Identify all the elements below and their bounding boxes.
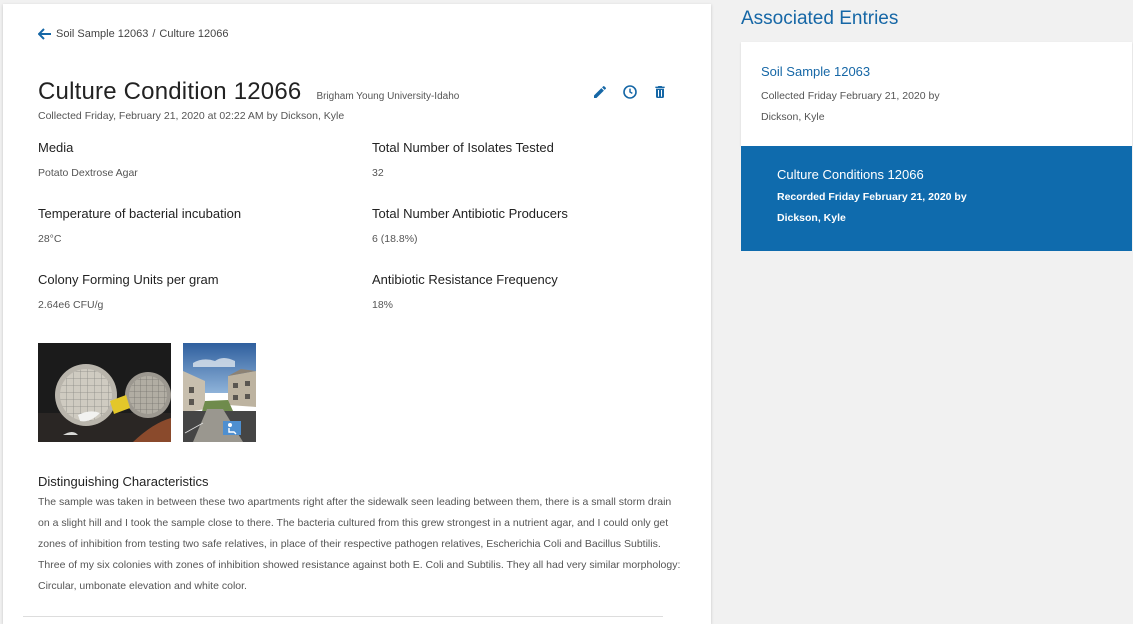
title-row: Culture Condition 12066 Brigham Young Un… — [38, 78, 459, 106]
breadcrumb-separator: / — [152, 28, 156, 40]
breadcrumb-current: Culture 12066 — [159, 28, 229, 40]
field-value: 32 — [372, 167, 384, 179]
field-isolates: Total Number of Isolates Tested 32 — [372, 140, 554, 179]
culture-conditions-recorded-info: Recorded Friday February 21, 2020 by Dic… — [777, 191, 967, 224]
institution-label: Brigham Young University-Idaho — [316, 91, 460, 102]
field-value: 28°C — [38, 233, 62, 245]
field-value: 6 (18.8%) — [372, 233, 418, 245]
apartments-photo[interactable] — [183, 343, 256, 442]
trash-icon[interactable] — [652, 84, 668, 100]
culture-detail-card: Soil Sample 12063 / Culture 12066 Cultur… — [3, 4, 711, 624]
distinguishing-heading: Distinguishing Characteristics — [38, 474, 209, 489]
petri-dish-photo[interactable] — [38, 343, 171, 442]
associated-entry-soil-sample[interactable]: Soil Sample 12063 Collected Friday Febru… — [741, 42, 1132, 146]
soil-sample-link[interactable]: Soil Sample 12063 — [761, 64, 870, 79]
breadcrumb: Soil Sample 12063 / Culture 12066 — [38, 28, 229, 40]
page-title: Culture Condition 12066 — [38, 78, 302, 105]
associated-entries-heading: Associated Entries — [741, 8, 899, 29]
field-value: Potato Dextrose Agar — [38, 167, 138, 179]
field-label: Colony Forming Units per gram — [38, 272, 219, 287]
field-label: Antibiotic Resistance Frequency — [372, 272, 558, 287]
field-label: Total Number of Isolates Tested — [372, 140, 554, 155]
field-label: Temperature of bacterial incubation — [38, 206, 242, 221]
field-cfu: Colony Forming Units per gram 2.64e6 CFU… — [38, 272, 219, 311]
clock-icon[interactable] — [622, 84, 638, 100]
action-toolbar — [592, 84, 668, 100]
field-value: 18% — [372, 299, 394, 311]
field-value: 2.64e6 CFU/g — [38, 299, 104, 311]
breadcrumb-parent-link[interactable]: Soil Sample 12063 — [56, 28, 148, 40]
distinguishing-text: The sample was taken in between these tw… — [38, 496, 681, 592]
field-media: Media Potato Dextrose Agar — [38, 140, 138, 179]
field-resistance: Antibiotic Resistance Frequency 18% — [372, 272, 558, 311]
soil-sample-collected-info: Collected Friday February 21, 2020 by Di… — [761, 90, 940, 123]
arrow-left-icon[interactable] — [38, 28, 52, 40]
field-label: Media — [38, 140, 74, 155]
culture-conditions-title: Culture Conditions 12066 — [777, 167, 924, 182]
pencil-icon[interactable] — [592, 84, 608, 100]
field-producers: Total Number Antibiotic Producers 6 (18.… — [372, 206, 568, 245]
field-label: Total Number Antibiotic Producers — [372, 206, 568, 221]
collected-info: Collected Friday, February 21, 2020 at 0… — [38, 110, 345, 122]
field-temperature: Temperature of bacterial incubation 28°C — [38, 206, 241, 245]
associated-entry-culture-conditions[interactable]: Culture Conditions 12066 Recorded Friday… — [741, 146, 1132, 251]
